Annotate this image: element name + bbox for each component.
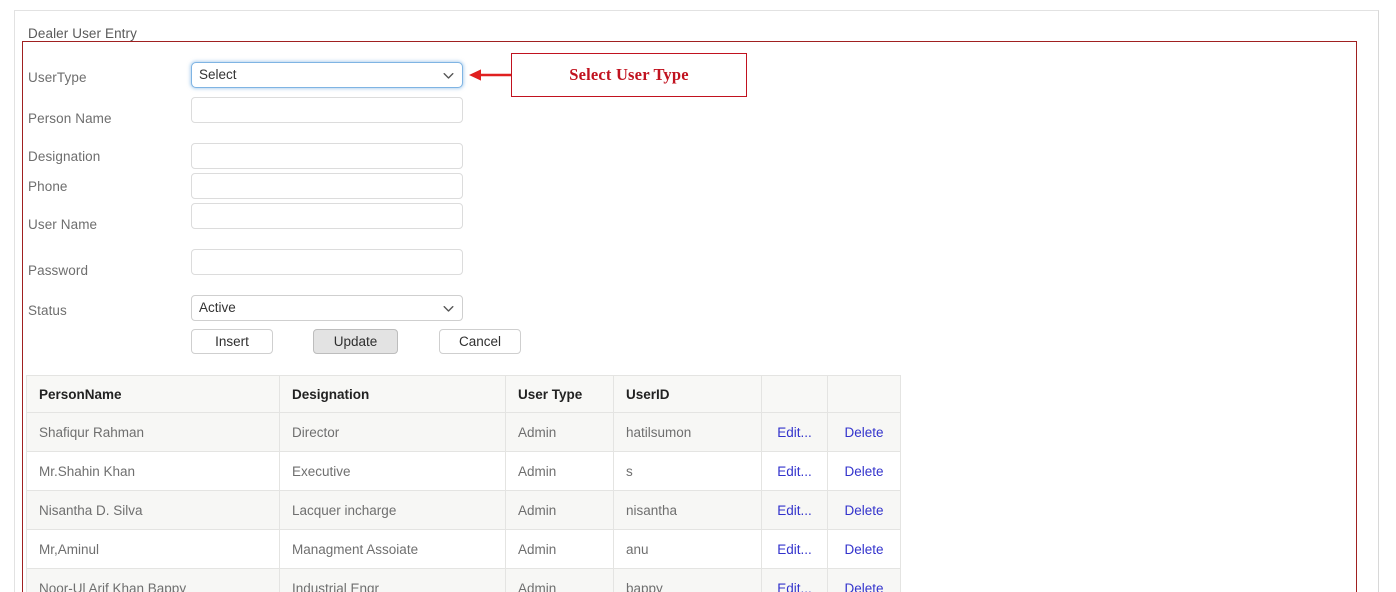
cell-userid: anu <box>613 529 762 569</box>
person-name-input[interactable] <box>191 97 463 123</box>
label-user-name: User Name <box>28 217 98 232</box>
left-arrow-icon <box>469 69 512 81</box>
table-head: PersonName Designation User Type UserID <box>26 375 901 413</box>
col-header-edit <box>761 375 828 413</box>
cell-delete[interactable]: Delete <box>827 412 901 452</box>
cell-edit[interactable]: Edit... <box>761 412 828 452</box>
col-header-usertype: User Type <box>505 375 614 413</box>
cell-personname: Mr,Aminul <box>26 529 280 569</box>
label-designation: Designation <box>28 149 101 164</box>
edit-link[interactable]: Edit... <box>777 464 812 479</box>
screen-root: Dealer User Entry UserType Select Person… <box>0 0 1396 592</box>
col-header-designation: Designation <box>279 375 506 413</box>
cell-userid: hatilsumon <box>613 412 762 452</box>
label-person-name: Person Name <box>28 111 112 126</box>
usertype-select-value: Select <box>199 67 237 83</box>
status-select[interactable]: Active <box>191 295 463 321</box>
cell-usertype: Admin <box>505 568 614 592</box>
delete-link[interactable]: Delete <box>844 425 883 440</box>
chevron-down-icon <box>443 305 454 312</box>
cell-designation: Director <box>279 412 506 452</box>
table-row: Mr,Aminul Managment Assoiate Admin anu Edit.… <box>26 529 901 569</box>
delete-link[interactable]: Delete <box>844 503 883 518</box>
update-button[interactable]: Update <box>313 329 398 354</box>
cell-edit[interactable]: Edit... <box>761 490 828 530</box>
phone-input[interactable] <box>191 173 463 199</box>
cell-edit[interactable]: Edit... <box>761 529 828 569</box>
cell-designation: Industrial Engr <box>279 568 506 592</box>
cell-personname: Mr.Shahin Khan <box>26 451 280 491</box>
cell-delete[interactable]: Delete <box>827 490 901 530</box>
table-header-row: PersonName Designation User Type UserID <box>26 375 901 413</box>
cell-personname: Nisantha D. Silva <box>26 490 280 530</box>
cell-userid: nisantha <box>613 490 762 530</box>
col-header-userid: UserID <box>613 375 762 413</box>
cell-usertype: Admin <box>505 412 614 452</box>
users-table: PersonName Designation User Type UserID … <box>26 375 901 592</box>
cell-delete[interactable]: Delete <box>827 451 901 491</box>
cell-edit[interactable]: Edit... <box>761 568 828 592</box>
cell-personname: Shafiqur Rahman <box>26 412 280 452</box>
edit-link[interactable]: Edit... <box>777 542 812 557</box>
status-select-value: Active <box>199 300 236 316</box>
user-name-input[interactable] <box>191 203 463 229</box>
cell-personname: Noor-Ul Arif Khan Bappy <box>26 568 280 592</box>
cell-userid: bappy <box>613 568 762 592</box>
delete-link[interactable]: Delete <box>844 464 883 479</box>
table-row: Noor-Ul Arif Khan Bappy Industrial Engr Ad… <box>26 568 901 592</box>
table-row: Nisantha D. Silva Lacquer incharge Admin ni… <box>26 490 901 530</box>
cell-designation: Managment Assoiate <box>279 529 506 569</box>
edit-link[interactable]: Edit... <box>777 503 812 518</box>
delete-link[interactable]: Delete <box>844 581 883 592</box>
table-body: Shafiqur Rahman Director Admin hatilsumon Ed… <box>26 412 901 592</box>
edit-link[interactable]: Edit... <box>777 425 812 440</box>
table-row: Mr.Shahin Khan Executive Admin s Edit... Dele… <box>26 451 901 491</box>
cell-usertype: Admin <box>505 529 614 569</box>
chevron-down-icon <box>443 72 454 79</box>
page-title: Dealer User Entry <box>28 26 137 41</box>
cell-edit[interactable]: Edit... <box>761 451 828 491</box>
cancel-button[interactable]: Cancel <box>439 329 521 354</box>
cell-usertype: Admin <box>505 490 614 530</box>
edit-link[interactable]: Edit... <box>777 581 812 592</box>
usertype-select[interactable]: Select <box>191 62 463 88</box>
cell-designation: Lacquer incharge <box>279 490 506 530</box>
delete-link[interactable]: Delete <box>844 542 883 557</box>
annotation-label: Select User Type <box>569 65 689 84</box>
cell-usertype: Admin <box>505 451 614 491</box>
cell-delete[interactable]: Delete <box>827 568 901 592</box>
label-status: Status <box>28 303 67 318</box>
annotation-callout: Select User Type <box>511 53 747 97</box>
cell-delete[interactable]: Delete <box>827 529 901 569</box>
col-header-personname: PersonName <box>26 375 280 413</box>
cell-userid: s <box>613 451 762 491</box>
table-row: Shafiqur Rahman Director Admin hatilsumon Ed… <box>26 412 901 452</box>
designation-input[interactable] <box>191 143 463 169</box>
insert-button[interactable]: Insert <box>191 329 273 354</box>
label-phone: Phone <box>28 179 68 194</box>
col-header-delete <box>827 375 901 413</box>
cell-designation: Executive <box>279 451 506 491</box>
label-password: Password <box>28 263 89 278</box>
password-input[interactable] <box>191 249 463 275</box>
label-usertype: UserType <box>28 70 87 85</box>
